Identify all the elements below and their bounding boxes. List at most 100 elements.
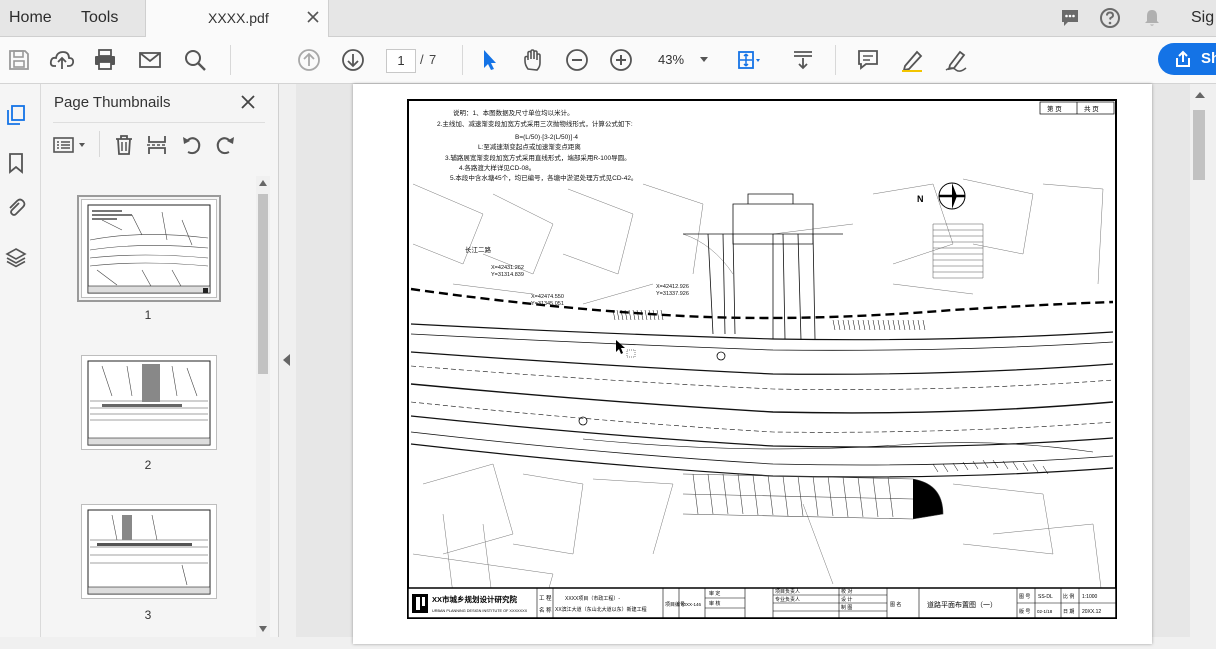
notification-bell-icon[interactable] [1141, 7, 1163, 29]
add-comment-icon[interactable] [855, 47, 881, 73]
search-icon[interactable] [182, 47, 208, 73]
project-label: 名 称 [539, 606, 552, 614]
panel-collapse-handle[interactable] [279, 84, 295, 637]
engineering-drawing: 第 页 共 页 说明：1、本图数据及尺寸单位均以米计。 2.主线加、减速渐变段加… [407, 99, 1117, 619]
zoom-in-icon[interactable] [608, 47, 634, 73]
thumbnail-options-icon[interactable] [52, 133, 90, 157]
hand-tool-icon[interactable] [520, 47, 546, 73]
thumbnail-page-number: 2 [144, 458, 152, 472]
rotate-clockwise-icon[interactable] [213, 133, 237, 157]
scale-value: 1:1000 [1082, 594, 1098, 600]
thumbnail-page-number: 1 [144, 308, 152, 322]
tab-home[interactable]: Home [9, 0, 52, 36]
project-number: 20XX-146 [681, 602, 702, 607]
coordinate-label: X=42474.550 [531, 294, 564, 300]
scroll-down-icon[interactable] [259, 626, 267, 632]
scroll-up-icon[interactable] [259, 180, 267, 186]
coordinate-label: Y=31337.926 [656, 291, 689, 297]
fit-page-icon[interactable] [734, 47, 760, 73]
delete-trash-icon[interactable] [112, 133, 136, 157]
thumbnail-preview [87, 204, 211, 294]
drawing-note: 5.本段中含水塘45个，均已编号，各塘中淤泥处理方式见CD-42。 [450, 173, 637, 182]
page-thumbnails-icon[interactable] [5, 104, 27, 126]
version-value: 02-1/18 [1037, 609, 1053, 614]
navigation-rail [0, 84, 41, 637]
thumbnail-preview [87, 509, 211, 595]
document-view[interactable]: 第 页 共 页 说明：1、本图数据及尺寸单位均以米计。 2.主线加、减速渐变段加… [296, 84, 1190, 644]
project-name: XXXX项目（市政工程）- [565, 595, 620, 602]
tab-tools[interactable]: Tools [81, 0, 118, 36]
drawing-note: L:至减速渐变起点或加速渐变点距离 [478, 142, 581, 151]
close-icon[interactable] [306, 10, 320, 24]
checker-label: 校 对 [841, 588, 852, 595]
close-icon[interactable] [240, 94, 256, 110]
share-button[interactable]: Sh [1158, 43, 1216, 75]
collapse-arrow-icon[interactable] [283, 354, 290, 366]
sign-in-link[interactable]: Sig [1191, 0, 1214, 36]
attachment-icon[interactable] [5, 197, 27, 219]
hatching [612, 309, 1049, 475]
specialist-label: 专业负责人 [775, 596, 800, 603]
date-value: 20XX.12 [1082, 609, 1101, 615]
bookmark-icon[interactable] [5, 152, 27, 174]
drawing-title-label: 图 名 [890, 601, 901, 608]
upload-cloud-icon[interactable] [49, 47, 75, 73]
save-icon[interactable] [6, 47, 32, 73]
approve-label: 审 定 [709, 590, 720, 597]
coordinate-label: X=42431.262 [491, 265, 524, 271]
scroll-up-icon[interactable] [1195, 92, 1205, 98]
drawing-note: 4.各路渡大样详见CD-08。 [459, 163, 535, 172]
print-icon[interactable] [92, 47, 118, 73]
scrollbar-thumb[interactable] [1193, 110, 1205, 180]
hatched-block [932, 223, 984, 279]
drawing-note: 说明：1、本图数据及尺寸单位均以米计。 [453, 108, 574, 117]
extract-pages-icon[interactable] [145, 133, 169, 157]
zoom-out-icon[interactable] [564, 47, 590, 73]
next-page-icon[interactable] [340, 47, 366, 73]
scrollbar-thumb[interactable] [258, 194, 268, 374]
highlight-pen-icon[interactable] [899, 47, 925, 73]
thumbnail-page-3[interactable] [81, 504, 217, 599]
thumbnail-scrollbar[interactable] [256, 176, 270, 637]
date-label: 日 期 [1063, 609, 1074, 615]
road-label: 长江二路 [465, 245, 492, 254]
project-label: 工 程 [539, 594, 552, 602]
north-arrow: N [917, 182, 966, 210]
boundary-line [410, 287, 1114, 320]
designer-label: 设 计 [841, 596, 852, 603]
project-name: XX滨江大道（东山北大道以东）新建工程 [555, 606, 647, 613]
comment-icon[interactable] [1059, 7, 1081, 29]
scroll-mode-icon[interactable] [790, 47, 816, 73]
drawing-note: B=(L/50)·[3-2(L/50)]·4 [515, 134, 578, 141]
drawing-number: SS-DL [1038, 594, 1053, 600]
help-icon[interactable] [1099, 7, 1121, 29]
north-label: N [917, 194, 924, 204]
previous-page-icon[interactable] [296, 47, 322, 73]
page-separator: / [420, 52, 424, 67]
thumbnail-page-1[interactable] [77, 195, 221, 302]
rotate-counterclockwise-icon[interactable] [180, 133, 204, 157]
coordinate-label: X=42412.926 [656, 284, 689, 290]
drafter-label: 制 图 [841, 604, 852, 611]
select-cursor-icon[interactable] [476, 47, 502, 73]
sign-pen-icon[interactable] [943, 47, 969, 73]
institute-name: XX市城乡规划设计研究院 [432, 594, 518, 604]
drawing-note: 2.主线加、减速渐变段加宽方式采用三次抛物线形式，计算公式如下: [437, 119, 633, 128]
mouse-cursor [616, 340, 625, 354]
page-number-input[interactable]: 1 [386, 49, 416, 73]
share-button-label: Sh [1201, 50, 1216, 67]
institute-english-name: URBAN PLANNING DESIGN INSTITUTE OF XXXXX… [432, 609, 528, 613]
total-pages: 7 [429, 52, 437, 67]
document-scrollbar[interactable] [1190, 84, 1216, 637]
zoom-level-dropdown[interactable]: 43% [650, 49, 716, 71]
project-lead-label: 项目负责人 [775, 588, 800, 595]
manhole-symbol [716, 351, 726, 361]
tab-document[interactable]: XXXX.pdf [145, 0, 329, 37]
zoom-level-value: 43% [658, 52, 685, 67]
chevron-down-icon [700, 57, 708, 62]
layers-icon[interactable] [5, 246, 27, 268]
panel-toolbar-divider [99, 131, 100, 157]
main-toolbar: 1 / 7 43% Sh [0, 37, 1216, 84]
email-icon[interactable] [137, 47, 163, 73]
thumbnail-page-2[interactable] [81, 355, 217, 450]
